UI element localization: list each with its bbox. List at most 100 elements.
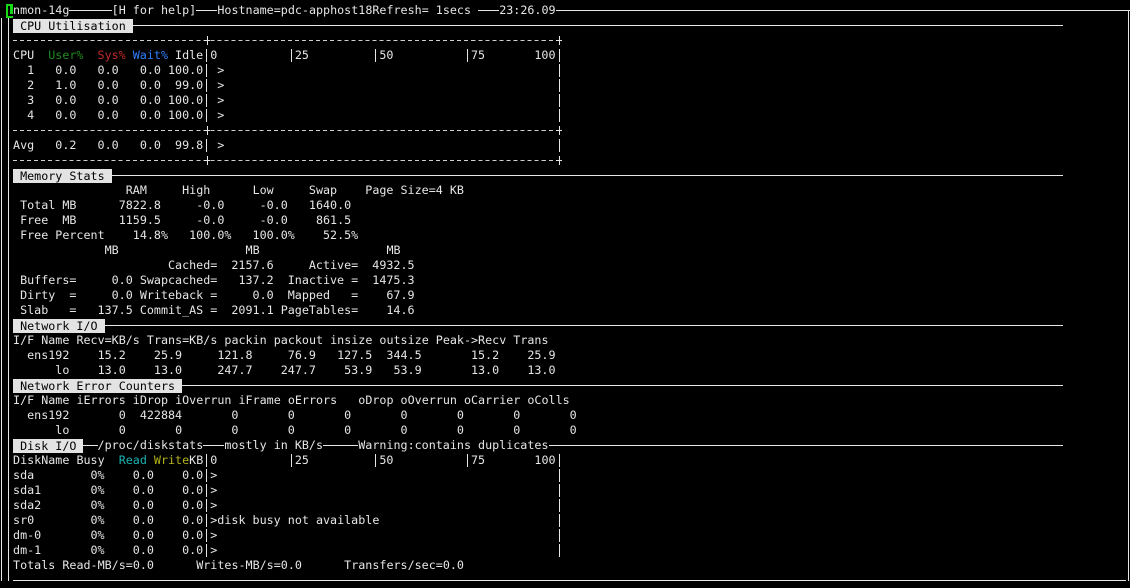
disk-write: 0.0	[182, 483, 204, 497]
disk-busy: 0%	[90, 513, 105, 527]
disk-units-note: mostly in KB/s	[224, 438, 324, 452]
interface-name: ens192	[27, 348, 70, 362]
network-errors-row: ens192 0 422884 0 0 0 0 0 0 0	[6, 408, 1130, 423]
value: 0	[569, 408, 577, 422]
col-diskname: DiskName	[13, 453, 70, 467]
disk-name: sda2	[13, 498, 42, 512]
value: 13.0	[527, 363, 556, 377]
detail-value: 4932.5	[372, 258, 415, 272]
value: 0	[118, 423, 126, 437]
cpu-bar: >	[210, 63, 225, 77]
value: 76.9	[287, 348, 316, 362]
memory-total-row: Total MB 7822.8 -0.0 -0.0 1640.0	[6, 198, 1130, 213]
cpu-row: 1 0.0 0.0 0.0 100.0 >	[6, 63, 1130, 78]
value: 53.9	[393, 363, 422, 377]
col-idle: Idle	[175, 48, 204, 62]
disk-row: sda2 0% 0.0 0.0 >	[6, 498, 1130, 513]
detail-label: Cached=	[167, 258, 218, 272]
disk-read: 0.0	[132, 483, 154, 497]
cpu-sys: 0.0	[97, 78, 119, 92]
value: 0	[231, 423, 239, 437]
disk-read: 0.0	[132, 528, 154, 542]
unit-label: MB	[104, 243, 119, 257]
scale-tick: 25	[294, 48, 309, 62]
value: 52.5%	[323, 228, 359, 242]
scale-tick: 75	[470, 453, 486, 467]
network-errors-section-header: Network Error Counters	[6, 378, 1063, 393]
disk-read: 0.0	[132, 513, 154, 527]
disk-row: sr0 0% 0.0 0.0 >disk busy not available	[6, 513, 1130, 528]
col-high: High	[182, 183, 211, 197]
memory-detail-row: Buffers= 0.0 Swapcached= 137.2 Inactive = 147…	[6, 273, 1130, 288]
memory-units-row: MB MB MB	[6, 243, 1130, 258]
detail-label: Commit_AS =	[139, 303, 218, 317]
value: 0	[513, 408, 521, 422]
scale-tick: 100	[534, 453, 556, 467]
cpu-scale: 0 25 50 75 100	[203, 48, 563, 63]
detail-value: 1475.3	[372, 273, 415, 287]
col-low: Low	[252, 183, 274, 197]
detail-value: 2091.1	[231, 303, 274, 317]
value: 14.8%	[132, 228, 169, 242]
memory-section-title: Memory Stats	[13, 169, 112, 183]
totals-read-label: Totals Read-MB/s=	[13, 558, 133, 572]
value: 0	[456, 408, 464, 422]
detail-value: 137.5	[97, 303, 133, 317]
detail-value: 0.0	[252, 288, 274, 302]
cpu-id: 2	[27, 78, 35, 92]
detail-label: PageTables=	[280, 303, 359, 317]
title-line	[478, 10, 500, 11]
value: 13.0	[470, 363, 500, 377]
cpu-user: 1.0	[55, 78, 77, 92]
section-line	[132, 25, 1063, 26]
cpu-idle: 99.8	[175, 138, 204, 152]
cpu-id: 3	[27, 93, 35, 107]
interface-name: ens192	[27, 408, 70, 422]
section-line	[203, 445, 225, 446]
detail-value	[76, 258, 132, 273]
left-border-outer	[1, 18, 2, 581]
memory-detail-row: Cached= 2157.6 Active= 4932.5	[6, 258, 1130, 273]
detail-value: 2157.6	[231, 258, 274, 272]
section-line	[111, 175, 1063, 176]
disk-bar: >	[210, 543, 218, 557]
cpu-avg-row: Avg 0.2 0.0 0.0 99.8 >	[6, 138, 1130, 153]
detail-label: Active=	[308, 258, 359, 272]
disk-source: /proc/diskstats	[97, 438, 204, 452]
bottom-line	[13, 580, 1126, 581]
interface-name: lo	[55, 363, 70, 377]
cpu-user: 0.0	[55, 93, 77, 107]
value: 0	[344, 408, 352, 422]
network-section-header: Network I/O	[6, 318, 1063, 333]
disk-busy: 0%	[90, 468, 105, 482]
cpu-idle: 100.0	[167, 63, 204, 77]
disk-row: sda1 0% 0.0 0.0 >	[6, 483, 1130, 498]
value: -0.0	[196, 213, 225, 227]
col-cpu: CPU	[13, 48, 35, 62]
value: 15.2	[97, 348, 126, 362]
value: 344.5	[386, 348, 422, 362]
page-size: Page Size=4 KB	[365, 183, 464, 197]
value: 0	[175, 423, 183, 437]
title-bar: nmon-14g [H for help] Hostname=pdc-appho…	[6, 3, 1130, 18]
disk-bar: >	[210, 483, 218, 497]
cpu-id: 4	[27, 108, 35, 122]
value: 13.0	[153, 363, 183, 377]
cpu-bar: >	[210, 78, 225, 92]
col-busy: Busy	[76, 453, 105, 467]
detail-value: 137.2	[238, 273, 274, 287]
cpu-bar: >	[210, 108, 225, 122]
cpu-wait: 0.0	[139, 78, 161, 92]
disk-busy: 0%	[90, 483, 105, 497]
col-sys: Sys%	[97, 48, 126, 62]
col-write: Write	[153, 453, 190, 467]
cpu-sys: 0.0	[97, 93, 119, 107]
disk-write: 0.0	[182, 498, 204, 512]
memory-free-percent-row: Free Percent 14.8% 100.0% 100.0% 52.5%	[6, 228, 1130, 243]
value: 0	[287, 423, 295, 437]
value: 53.9	[344, 363, 373, 377]
value: 0	[118, 408, 126, 422]
cpu-wait: 0.0	[139, 138, 161, 152]
disk-row: sda 0% 0.0 0.0 >	[6, 468, 1130, 483]
cpu-sys: 0.0	[97, 138, 119, 152]
